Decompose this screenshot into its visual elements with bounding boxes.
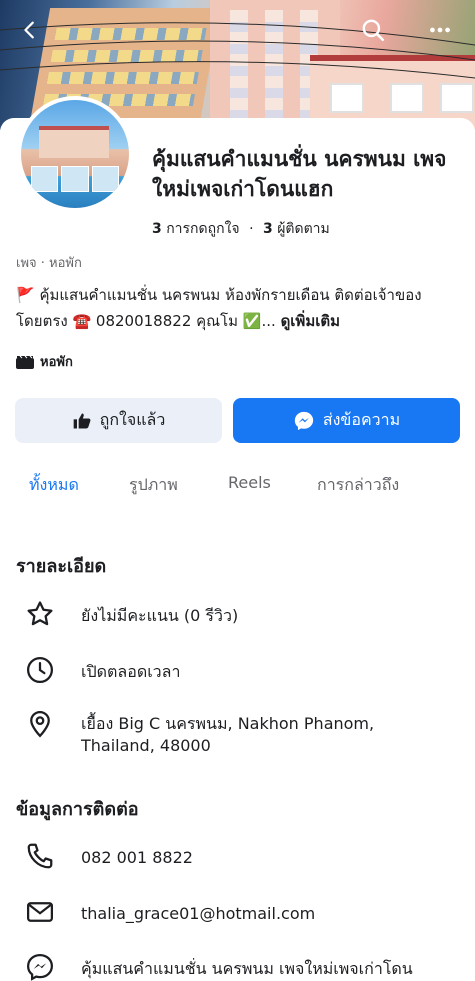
email-text: thalia_grace01@hotmail.com <box>81 904 316 923</box>
tab-all[interactable]: ทั้งหมด <box>29 473 79 498</box>
category-tag[interactable]: หอพัก <box>16 351 73 372</box>
more-horizontal-icon <box>430 27 450 33</box>
description-text: 🚩 คุ้มแสนคำแมนชั่น นครพนม ห้องพักรายเดือ… <box>16 286 422 330</box>
clapperboard-icon <box>16 355 34 369</box>
hours-text: เปิดตลอดเวลา <box>81 662 181 681</box>
send-message-label: ส่งข้อความ <box>322 410 401 429</box>
star-icon <box>24 598 56 630</box>
phone-text: 082 001 8822 <box>81 848 193 867</box>
followers-count: 3 <box>262 221 273 237</box>
top-bar <box>0 0 475 60</box>
tab-photos[interactable]: รูปภาพ <box>129 473 178 498</box>
tab-mentions[interactable]: การกล่าวถึง <box>317 473 399 498</box>
chevron-left-icon <box>24 21 34 39</box>
likes-count: 3 <box>152 221 162 237</box>
page-description: 🚩 คุ้มแสนคำแมนชั่น นครพนม ห้องพักรายเดือ… <box>16 282 464 334</box>
back-button[interactable] <box>12 12 48 48</box>
page-title: คุ้มแสนคำแมนชั่น นครพนม เพจใหม่เพจเก่าโด… <box>152 147 447 201</box>
followers-label[interactable]: ผู้ติดตาม <box>277 221 330 237</box>
more-options-button[interactable] <box>422 12 458 48</box>
phone-icon <box>24 840 56 872</box>
rating-text: ยังไม่มีคะแนน (0 รีวิว) <box>81 606 239 625</box>
search-button[interactable] <box>355 12 391 48</box>
details-section-title: รายละเอียด <box>16 556 107 577</box>
messenger-icon <box>294 411 313 430</box>
page-tabs: ทั้งหมด รูปภาพ Reels การกล่าวถึง <box>0 473 475 513</box>
messenger-outline-icon <box>24 951 56 981</box>
messenger-text: คุ้มแสนคำแมนชั่น นครพนม เพจใหม่เพจเก่าโด… <box>81 959 413 978</box>
liked-button-label: ถูกใจแล้ว <box>99 410 166 429</box>
tab-reels[interactable]: Reels <box>228 473 271 492</box>
location-pin-icon <box>24 708 56 740</box>
send-message-button[interactable]: ส่งข้อความ <box>233 398 460 443</box>
see-more-link[interactable]: ดูเพิ่มเติม <box>281 312 340 330</box>
likes-label[interactable]: การกดถูกใจ <box>166 221 239 237</box>
thumbs-up-icon <box>73 413 91 428</box>
search-icon <box>362 19 385 42</box>
contact-section-title: ข้อมูลการติดต่อ <box>16 799 139 820</box>
clock-icon <box>24 654 56 686</box>
mail-icon <box>24 896 56 928</box>
category-tag-label: หอพัก <box>40 355 73 370</box>
page-stats: 3 การกดถูกใจ · 3 ผู้ติดตาม <box>152 221 330 237</box>
liked-button[interactable]: ถูกใจแล้ว <box>15 398 222 443</box>
page-category: เพจ · หอพัก <box>16 256 82 271</box>
address-text: เยื้อง Big C นครพนม, Nakhon Phanom, Thai… <box>81 714 375 755</box>
profile-picture[interactable] <box>17 96 133 212</box>
